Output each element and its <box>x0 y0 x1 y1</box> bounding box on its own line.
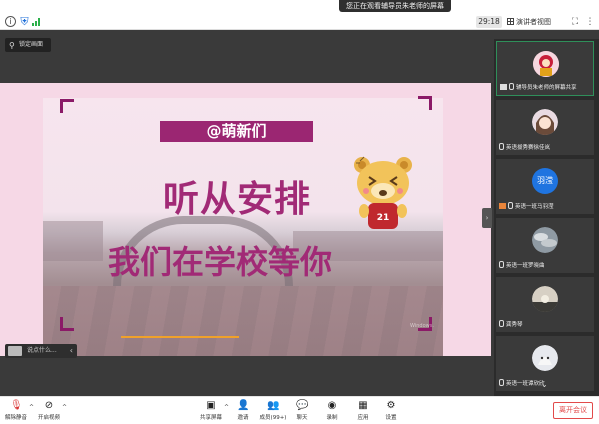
start-video-button[interactable]: ⊘ 开启视频 <box>36 400 62 424</box>
invite-label: 邀请 <box>237 415 249 421</box>
participant-name: 英语一班马羽滢 <box>515 204 554 210</box>
share-screen-label: 共享屏幕 <box>199 415 222 421</box>
participant-avatar-badge: 羽滢 <box>532 168 558 194</box>
apps-button[interactable]: ▦ 应用 <box>355 400 371 424</box>
participant-tile[interactable]: 英语拔秀赛徐佳岚 <box>496 100 594 155</box>
mic-icon <box>499 261 504 268</box>
chat-label: 聊天 <box>296 415 308 421</box>
frame-corner <box>418 96 432 110</box>
mic-icon <box>499 143 504 150</box>
mic-icon <box>499 379 504 386</box>
apps-label: 应用 <box>357 415 369 421</box>
plaza <box>43 286 443 356</box>
shared-screen: @萌新们 听从安排 我们在学校等你 Windows. 21 <box>0 83 491 356</box>
unmute-button[interactable]: 🎙 解除静音 <box>4 400 28 424</box>
camera-off-icon: ⊘ <box>44 400 54 411</box>
record-label: 录制 <box>326 415 338 421</box>
chat-preview[interactable]: 说点什么... ‹ <box>5 344 77 358</box>
unmute-label: 解除静音 <box>4 415 27 421</box>
participant-tile[interactable]: 辅导员朱老师的屏幕共享 <box>496 41 594 96</box>
slide-headline-1: 听从安排 <box>163 179 312 220</box>
settings-button[interactable]: ⚙ 设置 <box>383 400 399 424</box>
start-video-label: 开启视频 <box>37 415 60 421</box>
top-bar: i ⛨ 您正在观看辅导员朱老师的屏幕 29:18 演讲者视图 ⛶ ⋮ <box>0 0 599 30</box>
participant-name: 辅导员朱老师的屏幕共享 <box>516 85 577 91</box>
chat-avatar <box>8 346 22 356</box>
pin-icon: ⚲ <box>9 41 15 50</box>
mic-icon <box>508 202 513 209</box>
chevron-down-icon[interactable]: ⌄ <box>541 380 548 389</box>
chat-preview-text: 说点什么... <box>27 347 57 354</box>
mic-icon <box>509 83 514 90</box>
members-icon: 👥 <box>267 400 280 411</box>
grid-icon <box>507 18 514 25</box>
mic-icon <box>499 320 504 327</box>
chevron-left-icon[interactable]: ‹ <box>70 344 73 358</box>
mic-off-icon: 🎙 <box>10 400 23 411</box>
participant-tile[interactable]: 英语一班罗晓曲 <box>496 218 594 273</box>
settings-label: 设置 <box>385 415 397 421</box>
members-button[interactable]: 👥 成员(99+) <box>258 400 288 424</box>
participant-name: 英语一班罗晓曲 <box>506 263 545 269</box>
chevron-up-icon[interactable]: ^ <box>29 404 34 411</box>
share-screen-button[interactable]: ▣ 共享屏幕 <box>198 400 224 424</box>
frame-corner <box>60 317 74 331</box>
chevron-up-icon[interactable]: ^ <box>224 404 229 411</box>
participant-avatar <box>532 286 558 312</box>
chat-icon: 💬 <box>296 400 309 411</box>
signal-icon[interactable] <box>32 16 42 27</box>
collapse-panel-button[interactable]: › <box>482 208 492 228</box>
bear-shirt-number: 21 <box>377 213 390 223</box>
add-user-icon: 👤 <box>237 400 250 411</box>
bottom-toolbar: 🎙 解除静音 ^ ⊘ 开启视频 ^ ▣ 共享屏幕 ^ 👤 邀请 👥 成员(99+… <box>0 396 599 424</box>
lock-view-label: 锁定画面 <box>19 41 44 48</box>
record-button[interactable]: ◉ 录制 <box>324 400 340 424</box>
shield-icon[interactable]: ⛨ <box>19 16 30 27</box>
meeting-timer: 29:18 <box>476 16 502 28</box>
participant-tile[interactable]: 羽滢 英语一班马羽滢 <box>496 159 594 214</box>
members-label: 成员(99+) <box>259 415 287 421</box>
info-icon[interactable]: i <box>5 16 16 27</box>
more-icon[interactable]: ⋮ <box>585 16 595 28</box>
bear-mascot-icon: 21 <box>354 156 412 229</box>
chevron-up-icon[interactable]: ^ <box>62 404 67 411</box>
participant-name: 英语一班谭欣欣 <box>506 381 545 387</box>
participant-avatar <box>532 109 558 135</box>
participant-name: 英语拔秀赛徐佳岚 <box>506 145 551 151</box>
invite-button[interactable]: 👤 邀请 <box>234 400 252 424</box>
chat-button[interactable]: 💬 聊天 <box>294 400 310 424</box>
activation-watermark: Windows. <box>410 323 434 329</box>
view-mode-label: 演讲者视图 <box>516 18 551 26</box>
leave-meeting-button[interactable]: 离开会议 <box>553 402 593 419</box>
participant-panel: 辅导员朱老师的屏幕共享 英语拔秀赛徐佳岚 羽滢 英语一班马羽滢 英语一班罗晓曲 … <box>494 39 599 396</box>
fullscreen-icon[interactable]: ⛶ <box>570 16 580 28</box>
participant-avatar <box>532 227 558 253</box>
participant-avatar <box>533 51 559 77</box>
participant-name: 龚秀琴 <box>506 322 523 328</box>
record-icon: ◉ <box>327 400 337 411</box>
participant-avatar <box>532 345 558 371</box>
gear-icon: ⚙ <box>386 400 396 411</box>
view-mode-button[interactable]: 演讲者视图 <box>507 16 557 28</box>
frame-corner <box>60 99 74 113</box>
meeting-window: i ⛨ 您正在观看辅导员朱老师的屏幕 29:18 演讲者视图 ⛶ ⋮ ⚲ 锁定画… <box>0 0 599 424</box>
camera-icon <box>499 203 506 209</box>
screen-share-icon <box>500 84 507 90</box>
lock-view-badge[interactable]: ⚲ 锁定画面 <box>5 38 51 52</box>
slide-tag: @萌新们 <box>160 121 313 142</box>
slide-headline-2: 我们在学校等你 <box>108 243 333 281</box>
share-screen-icon: ▣ <box>206 400 216 411</box>
viewing-banner: 您正在观看辅导员朱老师的屏幕 <box>339 0 451 12</box>
slide-progress-bar <box>121 336 239 338</box>
apps-icon: ▦ <box>358 400 368 411</box>
participant-tile[interactable]: 龚秀琴 <box>496 277 594 332</box>
